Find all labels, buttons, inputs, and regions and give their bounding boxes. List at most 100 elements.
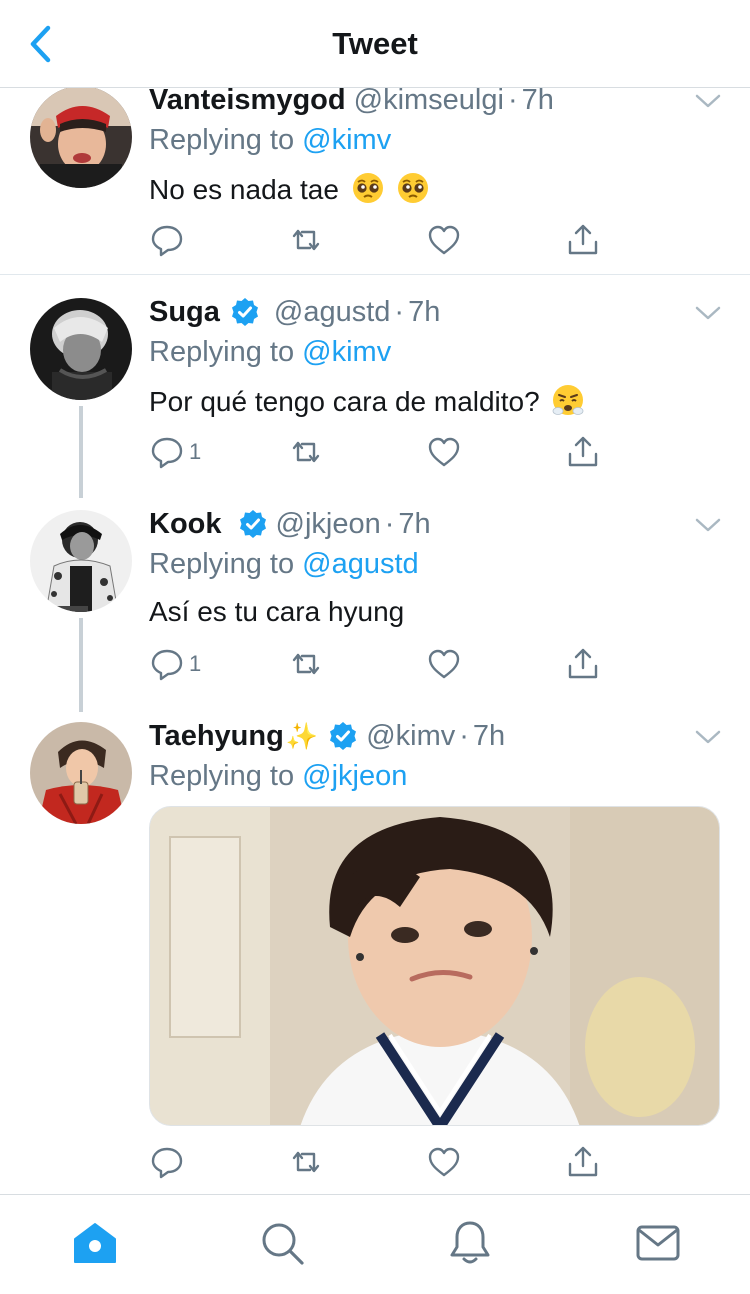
replying-to: Replying to @jkjeon xyxy=(149,760,407,793)
user-handle[interactable]: @agustd xyxy=(274,296,391,329)
divider xyxy=(0,274,750,275)
separator-dot: · xyxy=(507,88,518,116)
thread-connector xyxy=(79,618,83,712)
mention-link[interactable]: @jkjeon xyxy=(302,760,407,792)
reply-count: 1 xyxy=(189,651,202,676)
user-handle[interactable]: @jkjeon xyxy=(276,508,381,541)
replying-to: Replying to @kimv xyxy=(149,336,391,369)
top-nav-bar: Tweet xyxy=(0,0,750,88)
chevron-down-icon[interactable] xyxy=(694,516,722,534)
separator-dot: · xyxy=(459,719,469,752)
sparkles-emoji: ✨ xyxy=(285,720,319,751)
heart-icon xyxy=(428,437,460,467)
chevron-down-icon[interactable] xyxy=(694,304,722,322)
separator-dot: · xyxy=(394,295,405,328)
retweet-icon xyxy=(292,229,320,251)
share-button[interactable] xyxy=(565,432,601,472)
face-with-steam-emoji xyxy=(553,385,584,415)
mention-link[interactable]: @agustd xyxy=(302,548,419,580)
notifications-icon xyxy=(450,1221,490,1264)
tweet-text: Por qué tengo cara de maldito? xyxy=(149,383,585,418)
verified-badge-icon xyxy=(328,721,358,751)
pleading-face-emoji xyxy=(398,173,429,203)
user-handle[interactable]: @kimv xyxy=(366,720,455,753)
tweet-body: No es nada tae xyxy=(149,174,339,205)
display-name[interactable]: Vanteismygod xyxy=(149,88,346,117)
retweet-button[interactable] xyxy=(288,644,324,684)
tab-messages[interactable] xyxy=(634,1219,682,1267)
timestamp: 7h xyxy=(472,719,506,752)
share-icon xyxy=(568,648,598,679)
replying-to-label: Replying to xyxy=(149,124,295,156)
verified-badge-icon xyxy=(230,297,260,327)
display-name[interactable]: Kook xyxy=(149,508,222,541)
reply-count: 1 xyxy=(189,439,202,464)
tweet-thread[interactable]: Vanteismygod @kimseulgi · 7h Replying to… xyxy=(0,88,750,1194)
share-button[interactable] xyxy=(565,1142,601,1182)
share-icon xyxy=(568,224,598,255)
replying-to-label: Replying to xyxy=(149,548,295,580)
replying-to: Replying to @kimv xyxy=(149,124,391,157)
retweet-icon xyxy=(292,653,320,675)
mention-link[interactable]: @kimv xyxy=(302,336,391,368)
avatar[interactable] xyxy=(30,722,132,824)
reply-icon xyxy=(151,225,183,257)
tab-notifications[interactable] xyxy=(446,1219,494,1267)
pleading-face-emoji xyxy=(352,173,383,203)
reply-button[interactable] xyxy=(149,220,185,260)
avatar[interactable] xyxy=(30,88,132,188)
reply-icon xyxy=(151,649,183,681)
tweet-actions: 1 xyxy=(149,644,609,684)
tweet-actions xyxy=(149,220,609,260)
tweet-header: Vanteismygod @kimseulgi · 7h xyxy=(149,88,554,118)
user-handle[interactable]: @kimseulgi xyxy=(354,88,504,117)
tweet-body: Por qué tengo cara de maldito? xyxy=(149,386,540,417)
reply-button[interactable] xyxy=(149,1142,185,1182)
tweet-actions xyxy=(149,1142,609,1182)
tab-search[interactable] xyxy=(258,1219,306,1267)
tab-home[interactable] xyxy=(71,1219,119,1267)
timestamp: 7h xyxy=(408,295,441,328)
reply-button[interactable]: 1 xyxy=(149,432,201,472)
thread-connector xyxy=(79,406,83,498)
like-button[interactable] xyxy=(426,220,462,260)
replying-to: Replying to @agustd xyxy=(149,548,419,581)
share-button[interactable] xyxy=(565,220,601,260)
share-icon xyxy=(568,436,598,467)
like-button[interactable] xyxy=(426,1142,462,1182)
tweet-header: Kook @jkjeon · 7h xyxy=(149,506,431,542)
retweet-button[interactable] xyxy=(288,220,324,260)
timestamp: 7h xyxy=(398,507,431,540)
tweet-header: Suga @agustd · 7h xyxy=(149,294,440,330)
reply-button[interactable]: 1 xyxy=(149,644,201,684)
heart-icon xyxy=(428,225,460,255)
tweet-body: Así es tu cara hyung xyxy=(149,596,405,627)
heart-icon xyxy=(428,1147,460,1177)
chevron-down-icon[interactable] xyxy=(694,728,722,746)
reply-icon xyxy=(151,437,183,469)
avatar[interactable] xyxy=(30,510,132,612)
display-name[interactable]: Suga xyxy=(149,296,220,329)
mention-link[interactable]: @kimv xyxy=(302,124,391,156)
retweet-button[interactable] xyxy=(288,1142,324,1182)
share-icon xyxy=(568,1146,598,1177)
search-icon xyxy=(262,1223,304,1265)
like-button[interactable] xyxy=(426,644,462,684)
tweet-photo[interactable] xyxy=(149,806,720,1126)
replying-to-label: Replying to xyxy=(149,336,295,368)
retweet-button[interactable] xyxy=(288,432,324,472)
tweet-actions: 1 xyxy=(149,432,609,472)
tweet-text: Así es tu cara hyung xyxy=(149,596,404,628)
timestamp: 7h xyxy=(521,88,554,116)
tweet-header: Taehyung ✨ @kimv · 7h xyxy=(149,718,505,754)
home-icon xyxy=(74,1223,116,1263)
display-name[interactable]: Taehyung xyxy=(149,720,284,753)
share-button[interactable] xyxy=(565,644,601,684)
separator-dot: · xyxy=(384,507,395,540)
like-button[interactable] xyxy=(426,432,462,472)
chevron-down-icon[interactable] xyxy=(694,92,722,110)
page-title: Tweet xyxy=(332,26,418,61)
retweet-icon xyxy=(292,1151,320,1173)
verified-badge-icon xyxy=(238,509,268,539)
avatar[interactable] xyxy=(30,298,132,400)
